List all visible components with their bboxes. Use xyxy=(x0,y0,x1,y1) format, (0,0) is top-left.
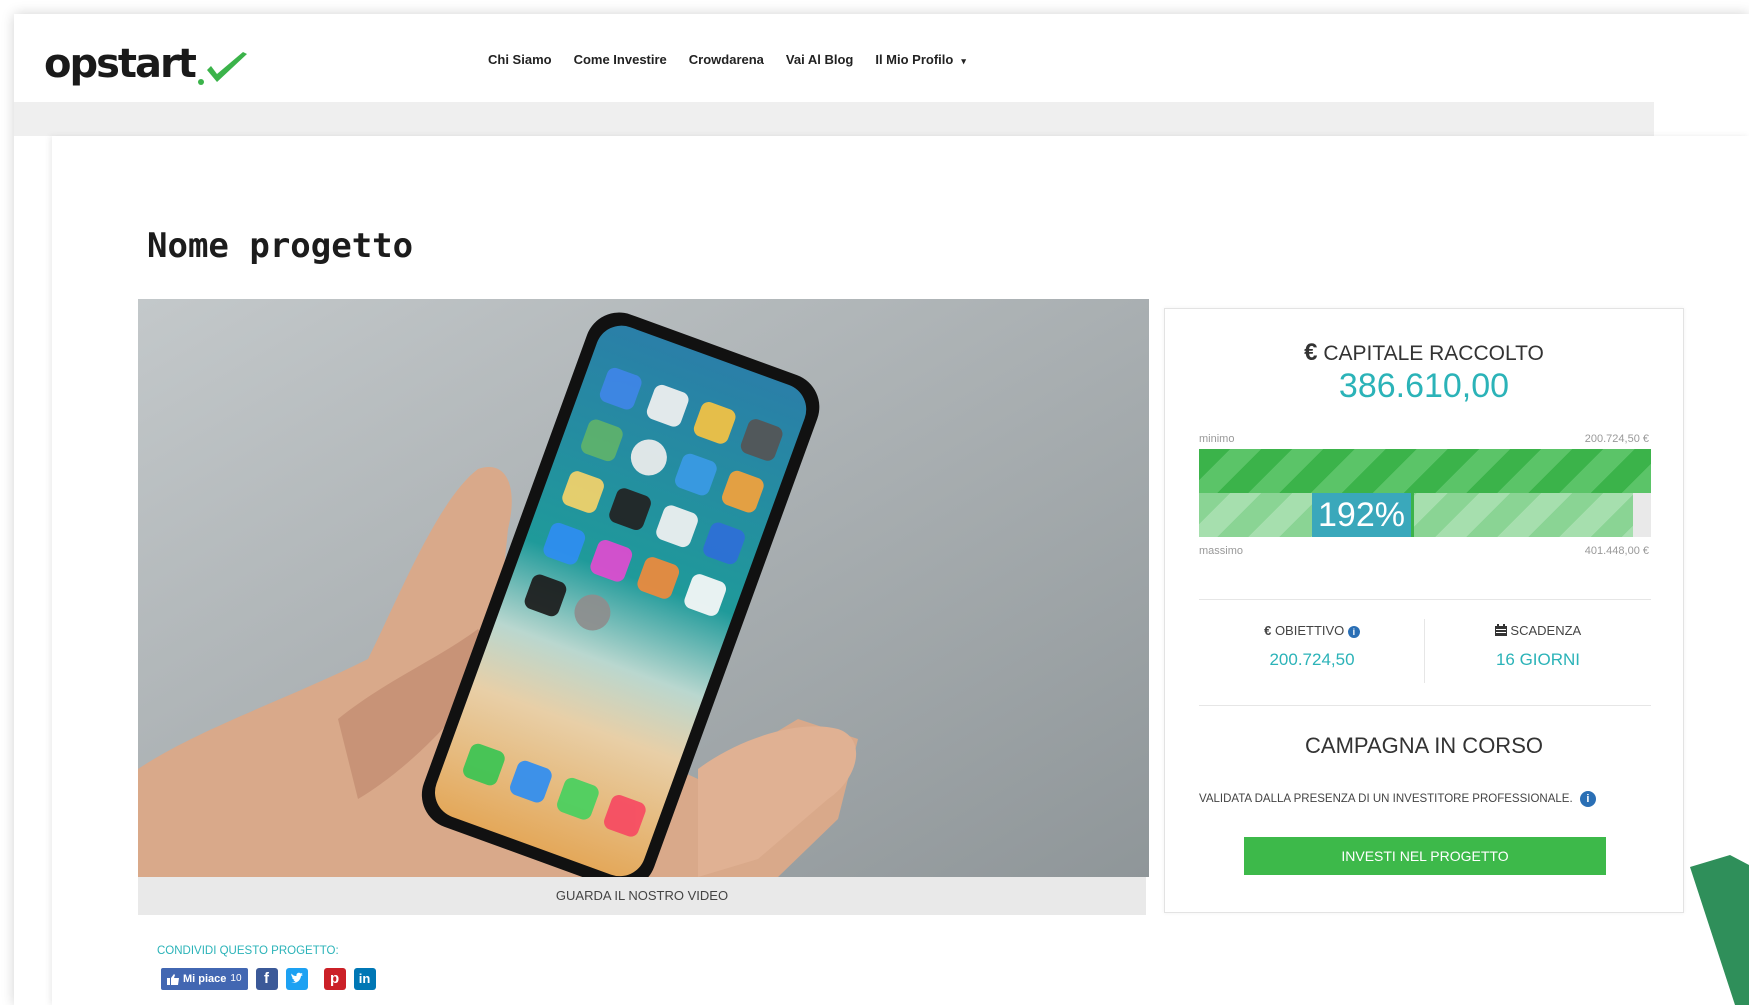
validated-text: VALIDATA DALLA PRESENZA DI UN INVESTITOR… xyxy=(1199,793,1573,806)
euro-icon: € xyxy=(1304,339,1318,366)
capital-raised-value: 386.610,00 xyxy=(1338,367,1510,405)
facebook-icon[interactable]: f xyxy=(255,968,278,990)
info-icon[interactable]: i xyxy=(1579,791,1596,807)
validated-note: VALIDATA DALLA PRESENZA DI UN INVESTITOR… xyxy=(1199,791,1596,807)
facebook-like-button[interactable]: Mi piace 10 xyxy=(161,968,248,990)
social-share-bar: Mi piace 10 f p in xyxy=(161,968,376,990)
min-value: 200.724,50 € xyxy=(1584,433,1649,445)
calendar-icon xyxy=(1494,624,1507,636)
euro-icon: € xyxy=(1264,623,1272,638)
logo[interactable]: opstart xyxy=(44,41,249,87)
like-label: Mi piace xyxy=(183,973,227,985)
goal-value: 200.724,50 xyxy=(1269,650,1355,669)
percent-badge: 192% xyxy=(1312,493,1414,537)
capital-raised-heading: € CAPITALE RACCOLTO xyxy=(1165,339,1683,367)
gray-band xyxy=(14,102,1654,136)
goal-stat: € OBIETTIVO i 200.724,50 xyxy=(1199,623,1425,670)
nav-mio-profilo-label: Il Mio Profilo xyxy=(875,52,954,67)
page-title: Nome progetto xyxy=(147,226,414,266)
funding-panel: € CAPITALE RACCOLTO 386.610,00 minimo 20… xyxy=(1164,308,1684,913)
min-label: minimo xyxy=(1199,433,1235,445)
linkedin-icon[interactable]: in xyxy=(353,968,376,990)
nav-vai-al-blog[interactable]: Vai Al Blog xyxy=(786,52,853,67)
deadline-stat: SCADENZA 16 GIORNI xyxy=(1425,623,1651,670)
nav-come-investire[interactable]: Come Investire xyxy=(574,52,667,67)
like-count: 10 xyxy=(230,973,242,984)
nav-mio-profilo[interactable]: Il Mio Profilo ▾ xyxy=(875,52,966,67)
twitter-icon[interactable] xyxy=(285,968,308,990)
progress-bar-min xyxy=(1199,449,1651,493)
info-icon[interactable]: i xyxy=(1347,625,1360,638)
caret-down-icon: ▾ xyxy=(961,56,966,66)
main-nav: Chi Siamo Come Investire Crowdarena Vai … xyxy=(488,52,966,67)
pinterest-icon[interactable]: p xyxy=(323,968,346,990)
check-icon xyxy=(197,52,247,85)
invest-button[interactable]: INVESTI NEL PROGETTO xyxy=(1244,837,1606,875)
decorative-arrow xyxy=(1690,855,1749,1005)
deadline-label: SCADENZA xyxy=(1510,623,1582,638)
max-label: massimo xyxy=(1199,545,1244,557)
video-caption[interactable]: GUARDA IL NOSTRO VIDEO xyxy=(138,877,1146,915)
smartphone-photo xyxy=(138,299,1149,877)
twitter-bird-glyph xyxy=(290,972,303,983)
progress-bar-max: 192% xyxy=(1199,493,1651,537)
goal-label: OBIETTIVO xyxy=(1274,623,1345,638)
campaign-status: CAMPAGNA IN CORSO xyxy=(1305,733,1543,758)
deadline-value: 16 GIORNI xyxy=(1495,650,1581,669)
goal-label-row: € OBIETTIVO i xyxy=(1199,623,1425,638)
nav-chi-siamo[interactable]: Chi Siamo xyxy=(488,52,552,67)
nav-crowdarena[interactable]: Crowdarena xyxy=(689,52,764,67)
share-label: CONDIVIDI QUESTO PROGETTO: xyxy=(157,945,339,957)
capital-raised-label: CAPITALE RACCOLTO xyxy=(1323,342,1544,365)
divider xyxy=(1199,599,1651,600)
deadline-label-row: SCADENZA xyxy=(1425,623,1651,638)
thumbs-up-icon xyxy=(167,973,179,985)
divider xyxy=(1199,705,1651,706)
max-value: 401.448,00 € xyxy=(1584,545,1649,557)
project-video-thumbnail[interactable] xyxy=(138,299,1149,877)
progress-bar-max-fill xyxy=(1199,493,1633,537)
logo-text: opstart xyxy=(44,41,197,87)
